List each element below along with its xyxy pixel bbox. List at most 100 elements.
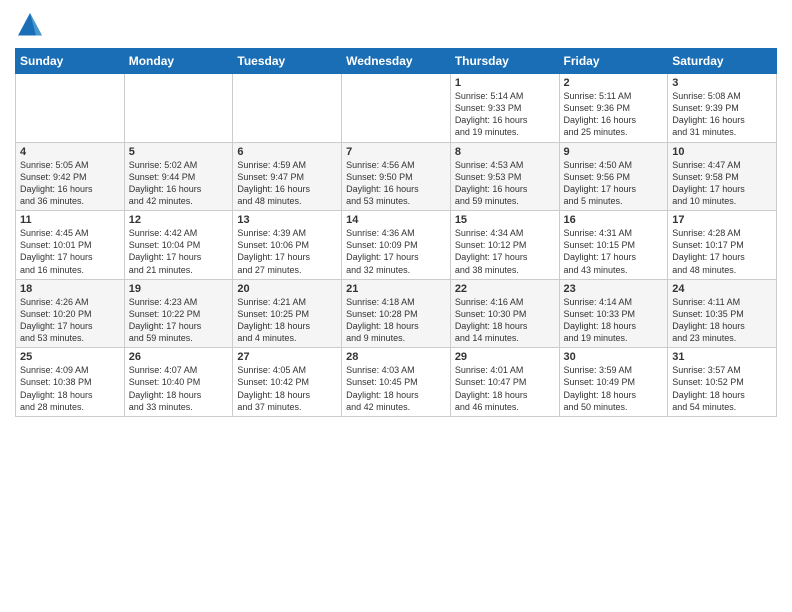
day-info: Sunrise: 4:31 AM Sunset: 10:15 PM Daylig… [564,227,664,276]
day-info: Sunrise: 4:50 AM Sunset: 9:56 PM Dayligh… [564,159,664,208]
calendar-cell [233,74,342,143]
calendar-cell: 8Sunrise: 4:53 AM Sunset: 9:53 PM Daylig… [450,142,559,211]
day-info: Sunrise: 3:59 AM Sunset: 10:49 PM Daylig… [564,364,664,413]
day-number: 11 [20,214,120,226]
calendar-cell: 26Sunrise: 4:07 AM Sunset: 10:40 PM Dayl… [124,348,233,417]
day-number: 7 [346,146,446,158]
day-info: Sunrise: 4:26 AM Sunset: 10:20 PM Daylig… [20,296,120,345]
day-number: 9 [564,146,664,158]
day-info: Sunrise: 4:21 AM Sunset: 10:25 PM Daylig… [237,296,337,345]
calendar-cell: 24Sunrise: 4:11 AM Sunset: 10:35 PM Dayl… [668,279,777,348]
day-number: 23 [564,283,664,295]
day-info: Sunrise: 4:45 AM Sunset: 10:01 PM Daylig… [20,227,120,276]
calendar-cell: 29Sunrise: 4:01 AM Sunset: 10:47 PM Dayl… [450,348,559,417]
calendar-cell: 10Sunrise: 4:47 AM Sunset: 9:58 PM Dayli… [668,142,777,211]
weekday-header-monday: Monday [124,49,233,74]
calendar-cell [124,74,233,143]
calendar-cell: 22Sunrise: 4:16 AM Sunset: 10:30 PM Dayl… [450,279,559,348]
logo [15,10,49,40]
day-number: 22 [455,283,555,295]
calendar-cell: 17Sunrise: 4:28 AM Sunset: 10:17 PM Dayl… [668,211,777,280]
weekday-header-saturday: Saturday [668,49,777,74]
day-number: 12 [129,214,229,226]
weekday-header-thursday: Thursday [450,49,559,74]
calendar-cell: 20Sunrise: 4:21 AM Sunset: 10:25 PM Dayl… [233,279,342,348]
day-info: Sunrise: 4:39 AM Sunset: 10:06 PM Daylig… [237,227,337,276]
calendar-week-row: 25Sunrise: 4:09 AM Sunset: 10:38 PM Dayl… [16,348,777,417]
day-info: Sunrise: 4:34 AM Sunset: 10:12 PM Daylig… [455,227,555,276]
day-info: Sunrise: 5:14 AM Sunset: 9:33 PM Dayligh… [455,90,555,139]
day-number: 29 [455,351,555,363]
day-info: Sunrise: 3:57 AM Sunset: 10:52 PM Daylig… [672,364,772,413]
calendar-cell: 13Sunrise: 4:39 AM Sunset: 10:06 PM Dayl… [233,211,342,280]
calendar-cell: 23Sunrise: 4:14 AM Sunset: 10:33 PM Dayl… [559,279,668,348]
day-info: Sunrise: 4:05 AM Sunset: 10:42 PM Daylig… [237,364,337,413]
calendar-cell: 7Sunrise: 4:56 AM Sunset: 9:50 PM Daylig… [342,142,451,211]
day-info: Sunrise: 4:53 AM Sunset: 9:53 PM Dayligh… [455,159,555,208]
day-number: 30 [564,351,664,363]
day-number: 6 [237,146,337,158]
header [15,10,777,40]
day-info: Sunrise: 4:09 AM Sunset: 10:38 PM Daylig… [20,364,120,413]
weekday-header-sunday: Sunday [16,49,125,74]
calendar-cell: 30Sunrise: 3:59 AM Sunset: 10:49 PM Dayl… [559,348,668,417]
day-info: Sunrise: 4:11 AM Sunset: 10:35 PM Daylig… [672,296,772,345]
weekday-header-friday: Friday [559,49,668,74]
calendar-cell: 16Sunrise: 4:31 AM Sunset: 10:15 PM Dayl… [559,211,668,280]
day-info: Sunrise: 4:23 AM Sunset: 10:22 PM Daylig… [129,296,229,345]
day-number: 20 [237,283,337,295]
day-info: Sunrise: 4:59 AM Sunset: 9:47 PM Dayligh… [237,159,337,208]
day-number: 28 [346,351,446,363]
calendar-cell: 12Sunrise: 4:42 AM Sunset: 10:04 PM Dayl… [124,211,233,280]
calendar-week-row: 1Sunrise: 5:14 AM Sunset: 9:33 PM Daylig… [16,74,777,143]
day-info: Sunrise: 4:16 AM Sunset: 10:30 PM Daylig… [455,296,555,345]
calendar-cell: 6Sunrise: 4:59 AM Sunset: 9:47 PM Daylig… [233,142,342,211]
day-number: 2 [564,77,664,89]
calendar-cell: 28Sunrise: 4:03 AM Sunset: 10:45 PM Dayl… [342,348,451,417]
calendar-cell: 2Sunrise: 5:11 AM Sunset: 9:36 PM Daylig… [559,74,668,143]
calendar-table: SundayMondayTuesdayWednesdayThursdayFrid… [15,48,777,417]
day-number: 13 [237,214,337,226]
day-info: Sunrise: 5:02 AM Sunset: 9:44 PM Dayligh… [129,159,229,208]
calendar-week-row: 18Sunrise: 4:26 AM Sunset: 10:20 PM Dayl… [16,279,777,348]
day-number: 15 [455,214,555,226]
day-info: Sunrise: 5:05 AM Sunset: 9:42 PM Dayligh… [20,159,120,208]
calendar-cell: 4Sunrise: 5:05 AM Sunset: 9:42 PM Daylig… [16,142,125,211]
day-number: 16 [564,214,664,226]
day-info: Sunrise: 4:18 AM Sunset: 10:28 PM Daylig… [346,296,446,345]
calendar-cell: 14Sunrise: 4:36 AM Sunset: 10:09 PM Dayl… [342,211,451,280]
day-info: Sunrise: 4:14 AM Sunset: 10:33 PM Daylig… [564,296,664,345]
day-info: Sunrise: 4:01 AM Sunset: 10:47 PM Daylig… [455,364,555,413]
day-number: 18 [20,283,120,295]
calendar-cell: 5Sunrise: 5:02 AM Sunset: 9:44 PM Daylig… [124,142,233,211]
calendar-cell: 9Sunrise: 4:50 AM Sunset: 9:56 PM Daylig… [559,142,668,211]
calendar-cell: 18Sunrise: 4:26 AM Sunset: 10:20 PM Dayl… [16,279,125,348]
day-number: 5 [129,146,229,158]
day-info: Sunrise: 4:03 AM Sunset: 10:45 PM Daylig… [346,364,446,413]
day-number: 14 [346,214,446,226]
day-number: 21 [346,283,446,295]
page: SundayMondayTuesdayWednesdayThursdayFrid… [0,0,792,612]
day-number: 31 [672,351,772,363]
calendar-cell: 1Sunrise: 5:14 AM Sunset: 9:33 PM Daylig… [450,74,559,143]
day-number: 25 [20,351,120,363]
day-info: Sunrise: 4:36 AM Sunset: 10:09 PM Daylig… [346,227,446,276]
logo-icon [15,10,45,40]
weekday-header-row: SundayMondayTuesdayWednesdayThursdayFrid… [16,49,777,74]
day-info: Sunrise: 5:11 AM Sunset: 9:36 PM Dayligh… [564,90,664,139]
calendar-cell: 11Sunrise: 4:45 AM Sunset: 10:01 PM Dayl… [16,211,125,280]
day-number: 10 [672,146,772,158]
day-number: 4 [20,146,120,158]
calendar-week-row: 4Sunrise: 5:05 AM Sunset: 9:42 PM Daylig… [16,142,777,211]
calendar-cell: 31Sunrise: 3:57 AM Sunset: 10:52 PM Dayl… [668,348,777,417]
calendar-cell: 21Sunrise: 4:18 AM Sunset: 10:28 PM Dayl… [342,279,451,348]
weekday-header-tuesday: Tuesday [233,49,342,74]
calendar-cell [342,74,451,143]
day-info: Sunrise: 4:56 AM Sunset: 9:50 PM Dayligh… [346,159,446,208]
day-info: Sunrise: 4:07 AM Sunset: 10:40 PM Daylig… [129,364,229,413]
day-number: 26 [129,351,229,363]
day-number: 3 [672,77,772,89]
calendar-week-row: 11Sunrise: 4:45 AM Sunset: 10:01 PM Dayl… [16,211,777,280]
weekday-header-wednesday: Wednesday [342,49,451,74]
day-number: 24 [672,283,772,295]
